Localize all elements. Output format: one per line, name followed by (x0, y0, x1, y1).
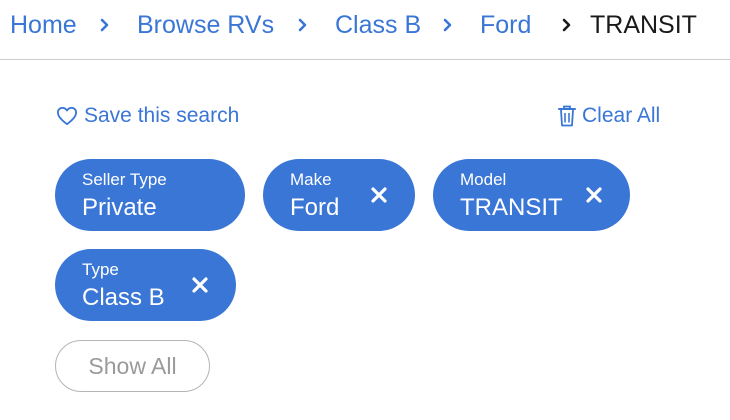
chip-value: Ford (290, 194, 340, 221)
chip-value: Class B (82, 284, 165, 311)
breadcrumb-class-b-link[interactable]: Class B (335, 8, 421, 42)
chevron-right-icon (562, 18, 571, 32)
breadcrumb-ford-link[interactable]: Ford (480, 8, 531, 42)
chip-label: Seller Type (82, 170, 167, 189)
breadcrumb-current: TRANSIT (590, 11, 697, 39)
chip-label: Make (290, 170, 332, 189)
breadcrumb-browse-rvs-link[interactable]: Browse RVs (137, 8, 274, 42)
close-icon[interactable] (370, 186, 388, 204)
chip-value: TRANSIT (460, 194, 563, 221)
breadcrumb-home-link[interactable]: Home (10, 8, 77, 42)
chip-label: Type (82, 260, 119, 279)
save-search-button[interactable]: Save this search (56, 101, 239, 131)
filter-chip-make[interactable]: Make Ford (263, 159, 415, 231)
save-search-label: Save this search (84, 104, 240, 127)
chevron-right-icon (100, 18, 109, 32)
breadcrumb: Home Browse RVs Class B Ford TRANSIT (0, 0, 730, 60)
trash-icon (558, 105, 576, 127)
chevron-right-icon (443, 18, 452, 32)
chip-label: Model (460, 170, 507, 189)
clear-all-button[interactable]: Clear All (558, 101, 660, 131)
filter-chip-type[interactable]: Type Class B (55, 249, 236, 321)
clear-all-label: Clear All (582, 104, 661, 127)
chip-value: Private (82, 194, 157, 221)
close-icon[interactable] (585, 186, 603, 204)
chevron-right-icon (298, 18, 307, 32)
heart-outline-icon (57, 106, 77, 126)
filter-chip-model[interactable]: Model TRANSIT (433, 159, 630, 231)
filter-chip-seller-type[interactable]: Seller Type Private (55, 159, 272, 231)
show-all-button[interactable]: Show All (55, 340, 210, 392)
close-icon[interactable] (191, 276, 209, 294)
